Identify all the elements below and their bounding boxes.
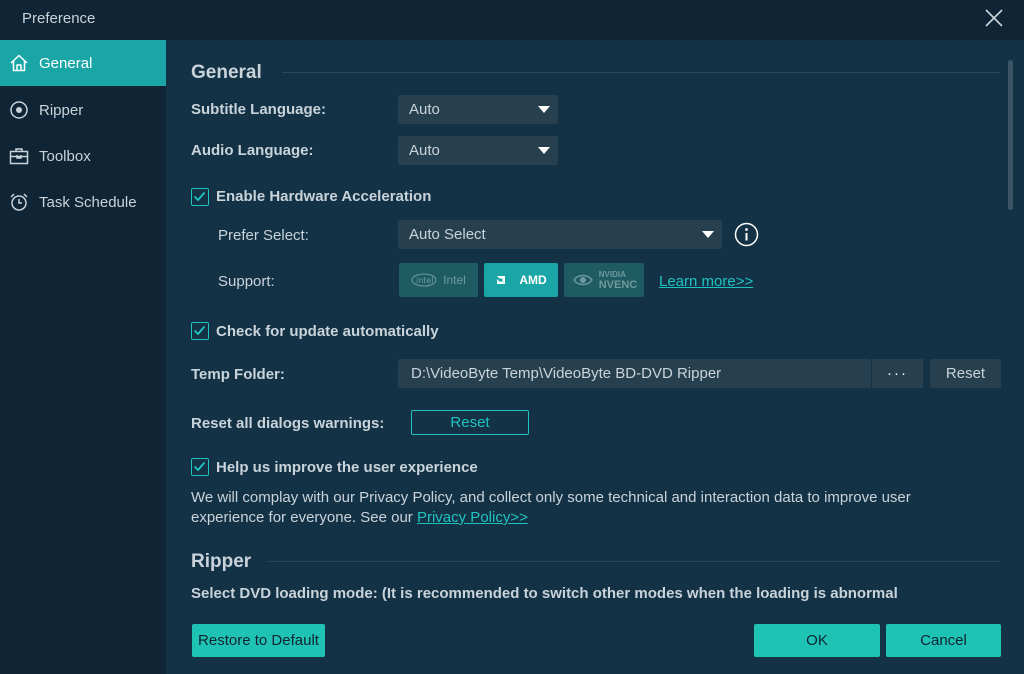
- scrollbar[interactable]: [1008, 60, 1013, 210]
- audio-language-select[interactable]: Auto: [398, 136, 558, 165]
- privacy-description: We will complay with our Privacy Policy,…: [191, 488, 981, 528]
- general-heading: General: [191, 62, 262, 83]
- improve-experience-label: Help us improve the user experience: [216, 459, 478, 476]
- temp-folder-path: D:\VideoByte Temp\VideoByte BD-DVD Rippe…: [411, 365, 722, 382]
- reset-dialogs-label: Reset all dialogs warnings:: [191, 415, 385, 432]
- temp-folder-reset-button[interactable]: Reset: [930, 359, 1001, 388]
- info-icon[interactable]: [734, 222, 759, 247]
- learn-more-link[interactable]: Learn more>>: [659, 273, 753, 290]
- home-icon: [9, 53, 29, 73]
- sidebar-item-label: Task Schedule: [39, 193, 137, 211]
- prefer-select-value: Auto Select: [409, 226, 486, 243]
- loading-mode-label: Select DVD loading mode: (It is recommen…: [191, 585, 898, 602]
- sidebar-item-label: Toolbox: [39, 147, 91, 165]
- sidebar: General Ripper Toolbox Task Schedule: [0, 40, 166, 674]
- alarm-clock-icon: [9, 192, 29, 212]
- disc-icon: [9, 100, 29, 120]
- amd-logo-icon: [497, 276, 506, 284]
- sidebar-item-ripper[interactable]: Ripper: [0, 87, 166, 133]
- privacy-policy-link[interactable]: Privacy Policy>>: [417, 509, 528, 526]
- close-icon[interactable]: [982, 6, 1006, 30]
- cancel-button[interactable]: Cancel: [886, 624, 1001, 657]
- subtitle-language-select[interactable]: Auto: [398, 95, 558, 124]
- temp-folder-label: Temp Folder:: [191, 366, 285, 383]
- check-update-checkbox[interactable]: [191, 322, 209, 340]
- checkmark-icon: [193, 461, 206, 472]
- hardware-acceleration-checkbox[interactable]: [191, 188, 209, 206]
- title-bar: Preference: [0, 0, 1024, 40]
- nvidia-support-chip[interactable]: NVIDIA NVENC: [564, 263, 644, 297]
- divider: [282, 72, 1000, 73]
- check-update-label: Check for update automatically: [216, 323, 439, 340]
- ok-button[interactable]: OK: [754, 624, 880, 657]
- sidebar-item-task-schedule[interactable]: Task Schedule: [0, 179, 166, 225]
- sidebar-item-toolbox[interactable]: Toolbox: [0, 133, 166, 179]
- subtitle-language-label: Subtitle Language:: [191, 101, 326, 118]
- divider: [267, 561, 1000, 562]
- prefer-select-dropdown[interactable]: Auto Select: [398, 220, 722, 249]
- preferences-panel: [166, 40, 1024, 674]
- improve-experience-checkbox[interactable]: [191, 458, 209, 476]
- nvidia-logo-icon: [572, 274, 593, 286]
- intel-support-chip[interactable]: intel Intel: [399, 263, 478, 297]
- chevron-down-icon: [538, 147, 550, 154]
- prefer-select-label: Prefer Select:: [218, 227, 309, 244]
- chevron-down-icon: [702, 231, 714, 238]
- toolbox-icon: [9, 146, 29, 166]
- audio-language-label: Audio Language:: [191, 142, 314, 159]
- support-label: Support:: [218, 273, 275, 290]
- restore-default-button[interactable]: Restore to Default: [192, 624, 325, 657]
- svg-text:intel: intel: [416, 276, 434, 285]
- sidebar-item-label: Ripper: [39, 101, 84, 119]
- amd-support-chip[interactable]: AMD: [484, 263, 558, 297]
- ripper-heading: Ripper: [191, 551, 252, 572]
- window-title: Preference: [22, 10, 96, 27]
- nvidia-label: NVIDIA NVENC: [598, 270, 638, 291]
- sidebar-item-label: General: [39, 54, 93, 72]
- intel-label: Intel: [443, 273, 466, 287]
- hardware-acceleration-label: Enable Hardware Acceleration: [216, 188, 432, 205]
- sidebar-item-general[interactable]: General: [0, 40, 166, 86]
- chevron-down-icon: [538, 106, 550, 113]
- browse-folder-button[interactable]: ···: [871, 359, 923, 388]
- intel-logo-icon: intel: [411, 273, 437, 287]
- reset-dialogs-button[interactable]: Reset: [411, 410, 529, 435]
- amd-label: AMD: [519, 273, 547, 287]
- subtitle-language-value: Auto: [409, 101, 440, 118]
- checkmark-icon: [193, 191, 206, 202]
- nvidia-label-bottom: NVENC: [598, 279, 638, 291]
- audio-language-value: Auto: [409, 142, 440, 159]
- privacy-text: We will complay with our Privacy Policy,…: [191, 489, 911, 526]
- temp-folder-path-field[interactable]: D:\VideoByte Temp\VideoByte BD-DVD Rippe…: [398, 359, 871, 388]
- checkmark-icon: [193, 325, 206, 336]
